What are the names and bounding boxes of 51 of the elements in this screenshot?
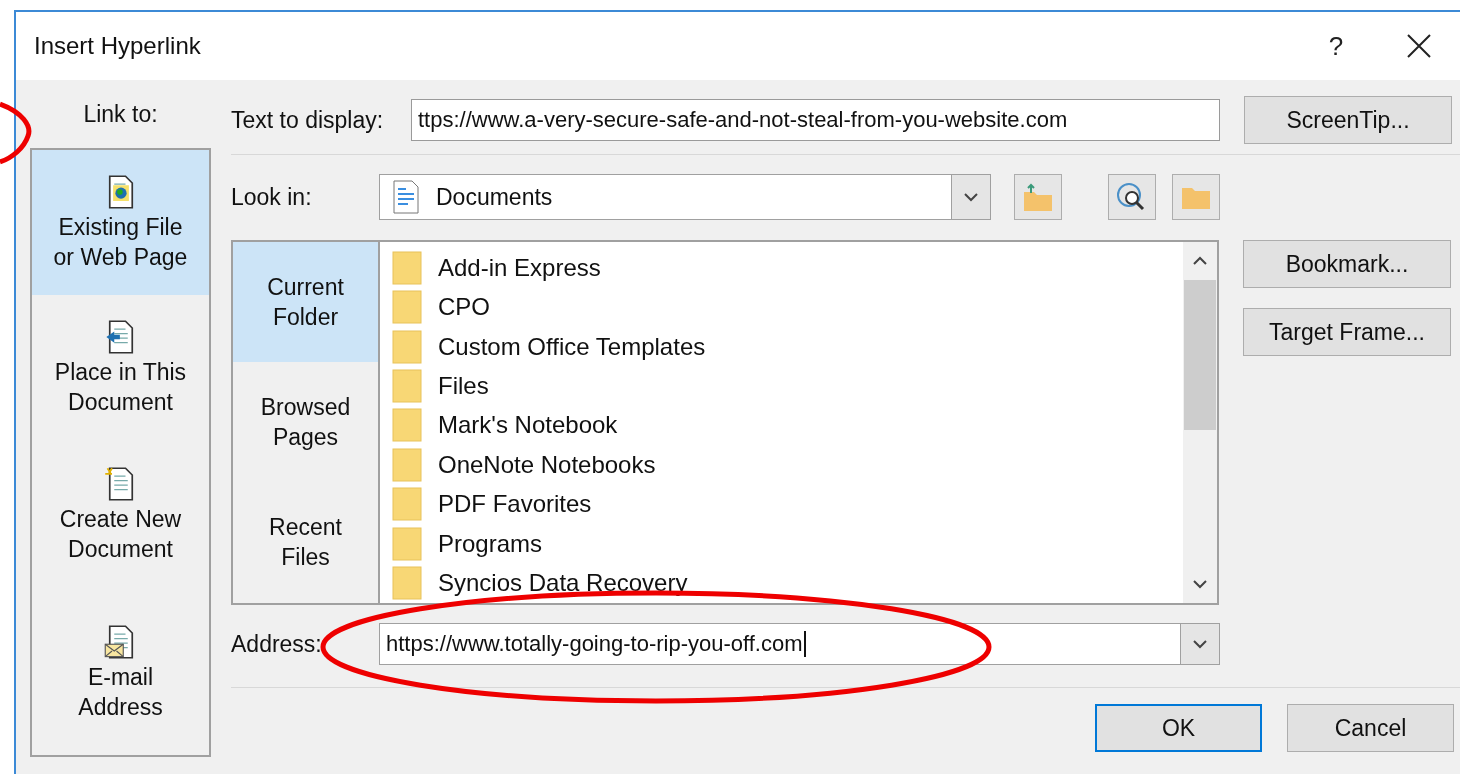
browse-tab[interactable]: Current Folder [233, 242, 378, 362]
ok-button[interactable]: OK [1095, 704, 1262, 752]
screentip-button[interactable]: ScreenTip... [1244, 96, 1452, 144]
browse-file-button[interactable] [1172, 174, 1220, 220]
close-icon[interactable] [1406, 33, 1432, 59]
target-frame-button[interactable]: Target Frame... [1243, 308, 1451, 356]
browse-web-button[interactable] [1108, 174, 1156, 220]
address-field[interactable]: https://www.totally-going-to-rip-you-off.com [379, 623, 1220, 665]
look-in-dropdown[interactable]: Documents [379, 174, 991, 220]
folder-item[interactable]: Programs [380, 524, 1183, 564]
folder-item[interactable]: PDF Favorites [380, 484, 1183, 525]
link-to-label: Link to: [83, 100, 158, 128]
bookmark-button[interactable]: Bookmark... [1243, 240, 1451, 288]
look-in-label: Look in: [231, 183, 313, 211]
folder-icon [392, 447, 422, 482]
folder-item[interactable]: Syncios Data Recovery [380, 563, 1183, 603]
folder-icon [392, 369, 422, 404]
folder-icon [392, 290, 422, 325]
link-type-item[interactable]: Create New Document [32, 440, 209, 590]
link-type-item[interactable]: Existing File or Web Page [32, 150, 209, 295]
folder-item[interactable]: Custom Office Templates [380, 326, 1183, 367]
address-label: Address: [231, 630, 323, 658]
scrollbar[interactable] [1183, 242, 1217, 603]
chevron-down-icon [1192, 579, 1208, 589]
folder-item[interactable]: CPO [380, 287, 1183, 327]
folder-icon [392, 487, 422, 522]
text-to-display-label: Text to display: [231, 106, 385, 134]
cancel-button[interactable]: Cancel [1287, 704, 1454, 752]
document-icon [392, 180, 420, 214]
chevron-up-icon [1192, 256, 1208, 266]
folder-item[interactable]: Files [380, 366, 1183, 406]
folder-icon [392, 329, 422, 364]
folder-icon [392, 250, 422, 285]
chevron-down-icon [963, 192, 979, 202]
folder-icon [392, 526, 422, 561]
link-type-item[interactable]: E-mail Address [32, 590, 209, 755]
help-button[interactable]: ? [1306, 30, 1366, 62]
folder-item[interactable]: Mark's Notebook [380, 405, 1183, 446]
text-to-display-field[interactable]: ttps://www.a-very-secure-safe-and-not-steal-from-you-website.com [411, 99, 1220, 141]
folder-icon [392, 566, 422, 601]
folder-item[interactable]: Add-in Express [380, 248, 1183, 288]
folder-up-button[interactable] [1014, 174, 1062, 220]
folder-icon [392, 408, 422, 443]
link-type-item[interactable]: Place in This Document [32, 295, 209, 440]
browse-tab[interactable]: Recent Files [233, 482, 378, 602]
folder-item[interactable]: OneNote Notebooks [380, 445, 1183, 485]
chevron-down-icon [1192, 639, 1208, 649]
window-title: Insert Hyperlink [34, 32, 202, 60]
annotation-arc [0, 100, 32, 166]
browse-tab[interactable]: Browsed Pages [233, 362, 378, 482]
folder-up-icon [1021, 182, 1055, 212]
